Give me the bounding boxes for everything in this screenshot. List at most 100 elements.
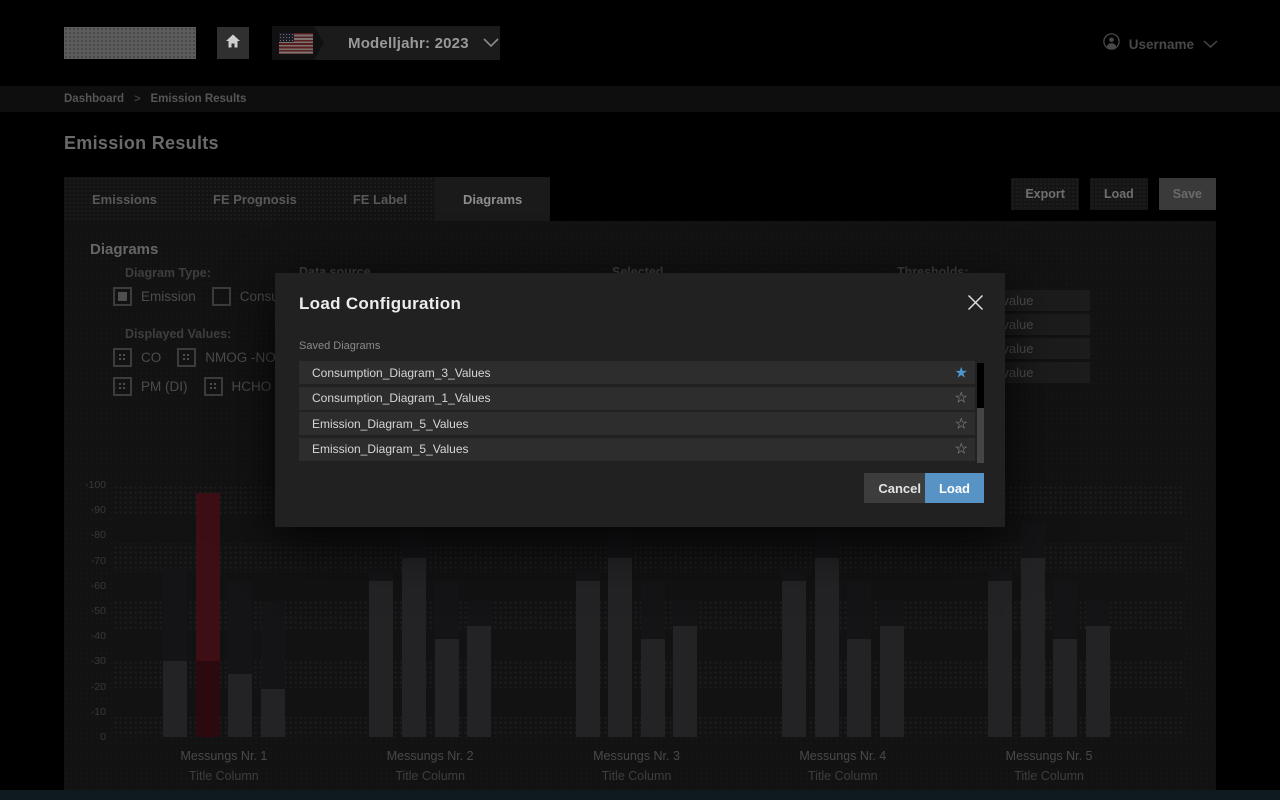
tab-fe-prognosis[interactable]: FE Prognosis — [185, 177, 325, 221]
bar-lower-segment — [1086, 626, 1110, 737]
checkbox-pm-di[interactable]: PM (DI) — [113, 377, 188, 396]
displayed-values-row-2: PM (DI) HCHO — [113, 377, 287, 396]
saved-diagram-row[interactable]: Emission_Diagram_5_Values ☆ — [299, 438, 975, 461]
bar-lower-segment — [673, 626, 697, 737]
bar-upper-segment — [847, 581, 871, 639]
bar-upper-segment — [369, 568, 393, 581]
list-scrollbar[interactable] — [977, 363, 984, 463]
bar-upper-segment — [435, 581, 459, 639]
breadcrumb-item-emission-results: Emission Results — [151, 93, 247, 105]
saved-diagram-name: Emission_Diagram_5_Values — [299, 442, 469, 456]
bar-lower-segment — [815, 558, 839, 737]
breadcrumb-item-dashboard[interactable]: Dashboard — [64, 93, 124, 105]
us-flag-icon — [279, 33, 313, 54]
checkbox-box — [212, 287, 231, 306]
tab-diagrams[interactable]: Diagrams — [435, 177, 550, 221]
tab-fe-label[interactable]: FE Label — [325, 177, 435, 221]
checkbox-label: HCHO — [232, 379, 272, 394]
checkbox-label: PM (DI) — [141, 379, 188, 394]
bar-upper-segment — [1086, 601, 1110, 626]
bar-upper-segment — [196, 493, 220, 662]
checkbox-hcho[interactable]: HCHO — [204, 377, 272, 396]
bar-lower-segment — [467, 626, 491, 737]
model-year-label: Modelljahr: 2023 — [348, 35, 469, 52]
save-button[interactable]: Save — [1159, 178, 1216, 210]
bar-upper-segment — [673, 601, 697, 626]
y-axis-tick: -10 — [70, 706, 106, 718]
bar-upper-segment — [261, 601, 285, 689]
y-axis-tick: -100 — [70, 479, 106, 491]
star-outline-icon[interactable]: ☆ — [955, 416, 968, 431]
bar-lower-segment — [163, 661, 187, 737]
bar-upper-segment — [880, 601, 904, 626]
bar-upper-segment — [608, 523, 632, 558]
checkbox-box — [177, 348, 196, 367]
checkbox-label: CO — [141, 350, 161, 365]
export-button[interactable]: Export — [1011, 178, 1079, 210]
action-buttons: Export Load Save — [1011, 178, 1216, 210]
brand-logo — [64, 27, 196, 59]
star-outline-icon[interactable]: ☆ — [955, 442, 968, 457]
checkbox-label: Emission — [141, 289, 196, 304]
checkbox-emission[interactable]: Emission — [113, 287, 196, 306]
y-axis-tick: -70 — [70, 555, 106, 567]
model-year-selector[interactable]: Modelljahr: 2023 — [272, 26, 500, 60]
bar-lower-segment — [880, 626, 904, 737]
bottom-accent-strip — [0, 790, 1280, 800]
measurement-group-sublabel: Title Column — [340, 769, 520, 783]
saved-diagram-row[interactable]: Consumption_Diagram_1_Values ☆ — [299, 387, 975, 410]
y-axis-tick: -30 — [70, 655, 106, 667]
saved-diagrams-list: Consumption_Diagram_3_Values★ Consumption… — [299, 361, 975, 463]
bar-upper-segment — [1021, 523, 1045, 558]
bar-upper-segment — [576, 568, 600, 581]
checkbox-nmog-nox[interactable]: NMOG -NOx — [177, 348, 282, 367]
saved-diagram-name: Emission_Diagram_5_Values — [299, 417, 469, 431]
bar-lower-segment — [435, 639, 459, 737]
page-title: Emission Results — [64, 133, 219, 154]
bar-lower-segment — [369, 581, 393, 737]
close-button[interactable] — [965, 295, 985, 315]
measurement-group-label: Messungs Nr. 2 — [340, 749, 520, 763]
saved-diagram-row[interactable]: Consumption_Diagram_3_Values★ — [299, 361, 975, 384]
measurement-group-sublabel: Title Column — [547, 769, 727, 783]
checkbox-label: NMOG -NOx — [205, 350, 282, 365]
flag-segment — [272, 26, 324, 60]
home-icon — [223, 31, 243, 56]
y-axis-tick: -40 — [70, 630, 106, 642]
scrollbar-thumb[interactable] — [977, 408, 984, 463]
y-axis-tick: -90 — [70, 504, 106, 516]
bar-lower-segment — [1021, 558, 1045, 737]
load-button[interactable]: Load — [1090, 178, 1148, 210]
bar-lower-segment — [847, 639, 871, 737]
saved-diagrams-label: Saved Diagrams — [299, 340, 380, 352]
checkbox-co[interactable]: CO — [113, 348, 161, 367]
diagram-type-label: Diagram Type: — [125, 266, 211, 280]
measurement-group-label: Messungs Nr. 1 — [134, 749, 314, 763]
bar-lower-segment — [228, 674, 252, 737]
saved-diagram-row[interactable]: Emission_Diagram_5_Values ☆ — [299, 412, 975, 435]
username-label: Username — [1129, 37, 1194, 52]
home-button[interactable] — [217, 27, 249, 59]
tab-emissions[interactable]: Emissions — [64, 177, 185, 221]
checkbox-box — [113, 348, 132, 367]
chevron-down-icon — [483, 34, 499, 52]
bar-lower-segment — [641, 639, 665, 737]
saved-diagram-name: Consumption_Diagram_1_Values — [299, 391, 491, 405]
dialog-load-button[interactable]: Load — [925, 473, 984, 503]
bar-lower-segment — [608, 558, 632, 737]
dialog-title: Load Configuration — [299, 294, 461, 314]
star-outline-icon[interactable]: ☆ — [955, 391, 968, 406]
measurement-group-label: Messungs Nr. 4 — [753, 749, 933, 763]
measurement-group-sublabel: Title Column — [134, 769, 314, 783]
displayed-values-row-1: CO NMOG -NOx — [113, 348, 299, 367]
tab-bar: EmissionsFE PrognosisFE LabelDiagrams — [64, 177, 550, 221]
close-icon — [967, 294, 984, 316]
chevron-down-icon — [1203, 35, 1218, 53]
bar-upper-segment — [815, 523, 839, 558]
bar-upper-segment — [1053, 581, 1077, 639]
checkbox-box — [204, 377, 223, 396]
section-title: Diagrams — [90, 241, 158, 258]
star-filled-icon[interactable]: ★ — [955, 365, 968, 380]
user-avatar-icon — [1103, 33, 1120, 55]
user-menu[interactable]: Username — [1103, 33, 1218, 55]
